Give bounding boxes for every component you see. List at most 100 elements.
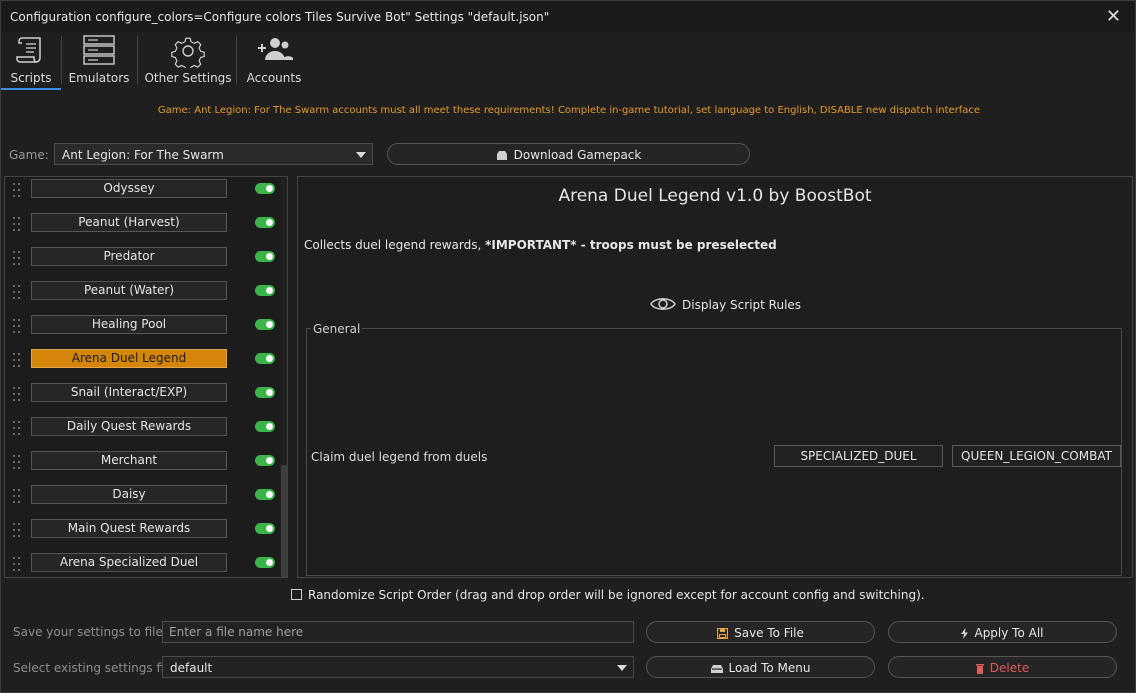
script-enabled-toggle[interactable] <box>255 319 275 330</box>
script-button[interactable]: Healing Pool <box>31 315 227 334</box>
script-enabled-toggle[interactable] <box>255 489 275 500</box>
script-detail-panel: Arena Duel Legend v1.0 by BoostBot Colle… <box>297 176 1133 578</box>
script-button[interactable]: Arena Specialized Duel <box>31 553 227 572</box>
nav-divider <box>61 36 62 84</box>
chevron-down-icon <box>617 665 627 671</box>
script-row[interactable]: Daily Quest Rewards <box>5 415 285 449</box>
script-button[interactable]: Daily Quest Rewards <box>31 417 227 436</box>
settings-file-select[interactable]: default <box>162 656 634 678</box>
drag-handle-icon[interactable] <box>13 353 21 373</box>
script-row[interactable]: Daisy <box>5 483 285 517</box>
users-plus-icon <box>242 32 306 68</box>
window-title: Configuration configure_colors=Configure… <box>10 10 550 24</box>
tray-icon <box>710 663 723 677</box>
script-description-important: *IMPORTANT* - troops must be preselected <box>485 238 777 252</box>
save-to-file-label: Save To File <box>734 626 804 640</box>
script-row[interactable]: Arena Duel Legend <box>5 347 285 381</box>
scroll-icon <box>5 32 57 68</box>
script-description: Collects duel legend rewards, *IMPORTANT… <box>304 238 777 252</box>
top-nav: Scripts Emulators Other Settings Account… <box>1 32 1135 90</box>
active-tab-indicator <box>1 88 61 90</box>
tab-other-settings-label: Other Settings <box>144 71 232 85</box>
script-row[interactable]: Arena Specialized Duel <box>5 551 285 577</box>
script-enabled-toggle[interactable] <box>255 455 275 466</box>
gear-icon <box>143 32 233 72</box>
script-button[interactable]: Peanut (Harvest) <box>31 213 227 232</box>
script-row[interactable]: Merchant <box>5 449 285 483</box>
download-gamepack-button[interactable]: Download Gamepack <box>387 143 750 165</box>
script-enabled-toggle[interactable] <box>255 217 275 228</box>
title-bar: Configuration configure_colors=Configure… <box>1 1 1135 32</box>
script-enabled-toggle[interactable] <box>255 353 275 364</box>
option-specialized-duel-button[interactable]: SPECIALIZED_DUEL <box>774 445 943 467</box>
script-enabled-toggle[interactable] <box>255 183 275 194</box>
drag-handle-icon[interactable] <box>13 183 21 203</box>
select-settings-label: Select existing settings file <box>13 661 175 675</box>
save-settings-label: Save your settings to file <box>13 625 163 639</box>
settings-file-select-value: default <box>170 661 213 675</box>
game-select[interactable]: Ant Legion: For The Swarm <box>54 143 373 165</box>
script-button[interactable]: Peanut (Water) <box>31 281 227 300</box>
load-to-menu-button[interactable]: Load To Menu <box>646 656 875 678</box>
script-button[interactable]: Main Quest Rewards <box>31 519 227 538</box>
server-icon <box>67 32 131 68</box>
game-label: Game: <box>9 148 49 162</box>
claim-duel-legend-label: Claim duel legend from duels <box>311 450 488 464</box>
drag-handle-icon[interactable] <box>13 421 21 441</box>
tab-scripts-label: Scripts <box>10 71 52 85</box>
script-button[interactable]: Odyssey <box>31 179 227 198</box>
script-row[interactable]: Predator <box>5 245 285 279</box>
save-to-file-button[interactable]: Save To File <box>646 621 875 643</box>
nav-divider <box>236 36 237 84</box>
script-title: Arena Duel Legend v1.0 by BoostBot <box>558 186 872 206</box>
drag-handle-icon[interactable] <box>13 557 21 577</box>
close-icon[interactable]: ✕ <box>1106 6 1121 27</box>
script-enabled-toggle[interactable] <box>255 251 275 262</box>
apply-to-all-button[interactable]: Apply To All <box>888 621 1117 643</box>
tab-scripts[interactable]: Scripts <box>5 32 57 90</box>
drag-handle-icon[interactable] <box>13 489 21 509</box>
tab-other-settings[interactable]: Other Settings <box>143 32 233 90</box>
scripts-scroll-thumb[interactable] <box>281 465 287 577</box>
tab-accounts[interactable]: Accounts <box>242 32 306 90</box>
script-button[interactable]: Snail (Interact/EXP) <box>31 383 227 402</box>
load-to-menu-label: Load To Menu <box>728 661 811 675</box>
script-button[interactable]: Merchant <box>31 451 227 470</box>
drag-handle-icon[interactable] <box>13 319 21 339</box>
game-requirements-notice: Game: Ant Legion: For The Swarm accounts… <box>157 105 981 116</box>
script-button[interactable]: Arena Duel Legend <box>31 349 227 368</box>
script-enabled-toggle[interactable] <box>255 557 275 568</box>
eye-icon <box>650 298 676 310</box>
script-button[interactable]: Predator <box>31 247 227 266</box>
randomize-order-label: Randomize Script Order (drag and drop or… <box>308 588 925 602</box>
download-box-icon <box>496 150 508 164</box>
delete-label: Delete <box>989 661 1030 675</box>
script-enabled-toggle[interactable] <box>255 387 275 398</box>
script-row[interactable]: Healing Pool <box>5 313 285 347</box>
drag-handle-icon[interactable] <box>13 387 21 407</box>
drag-handle-icon[interactable] <box>13 251 21 271</box>
script-enabled-toggle[interactable] <box>255 421 275 432</box>
script-row[interactable]: Snail (Interact/EXP) <box>5 381 285 415</box>
option-queen-legion-combat-button[interactable]: QUEEN_LEGION_COMBAT <box>952 445 1121 467</box>
drag-handle-icon[interactable] <box>13 455 21 475</box>
drag-handle-icon[interactable] <box>13 523 21 543</box>
settings-window: Configuration configure_colors=Configure… <box>0 0 1136 693</box>
script-enabled-toggle[interactable] <box>255 285 275 296</box>
drag-handle-icon[interactable] <box>13 217 21 237</box>
file-name-input[interactable] <box>162 621 634 643</box>
tab-emulators-label: Emulators <box>68 71 130 85</box>
delete-button[interactable]: Delete <box>888 656 1117 678</box>
randomize-order-checkbox[interactable] <box>291 589 302 600</box>
script-row[interactable]: Peanut (Harvest) <box>5 211 285 245</box>
trash-icon <box>975 663 984 677</box>
script-row[interactable]: Main Quest Rewards <box>5 517 285 551</box>
drag-handle-icon[interactable] <box>13 285 21 305</box>
script-button[interactable]: Daisy <box>31 485 227 504</box>
script-row[interactable]: Peanut (Water) <box>5 279 285 313</box>
general-group: General Claim duel legend from duels SPE… <box>306 322 1122 576</box>
scripts-list: Arena Specialized Duel Main Quest Rewards… <box>4 176 288 578</box>
tab-emulators[interactable]: Emulators <box>67 32 131 90</box>
script-row[interactable]: Odyssey <box>5 177 285 211</box>
script-enabled-toggle[interactable] <box>255 523 275 534</box>
